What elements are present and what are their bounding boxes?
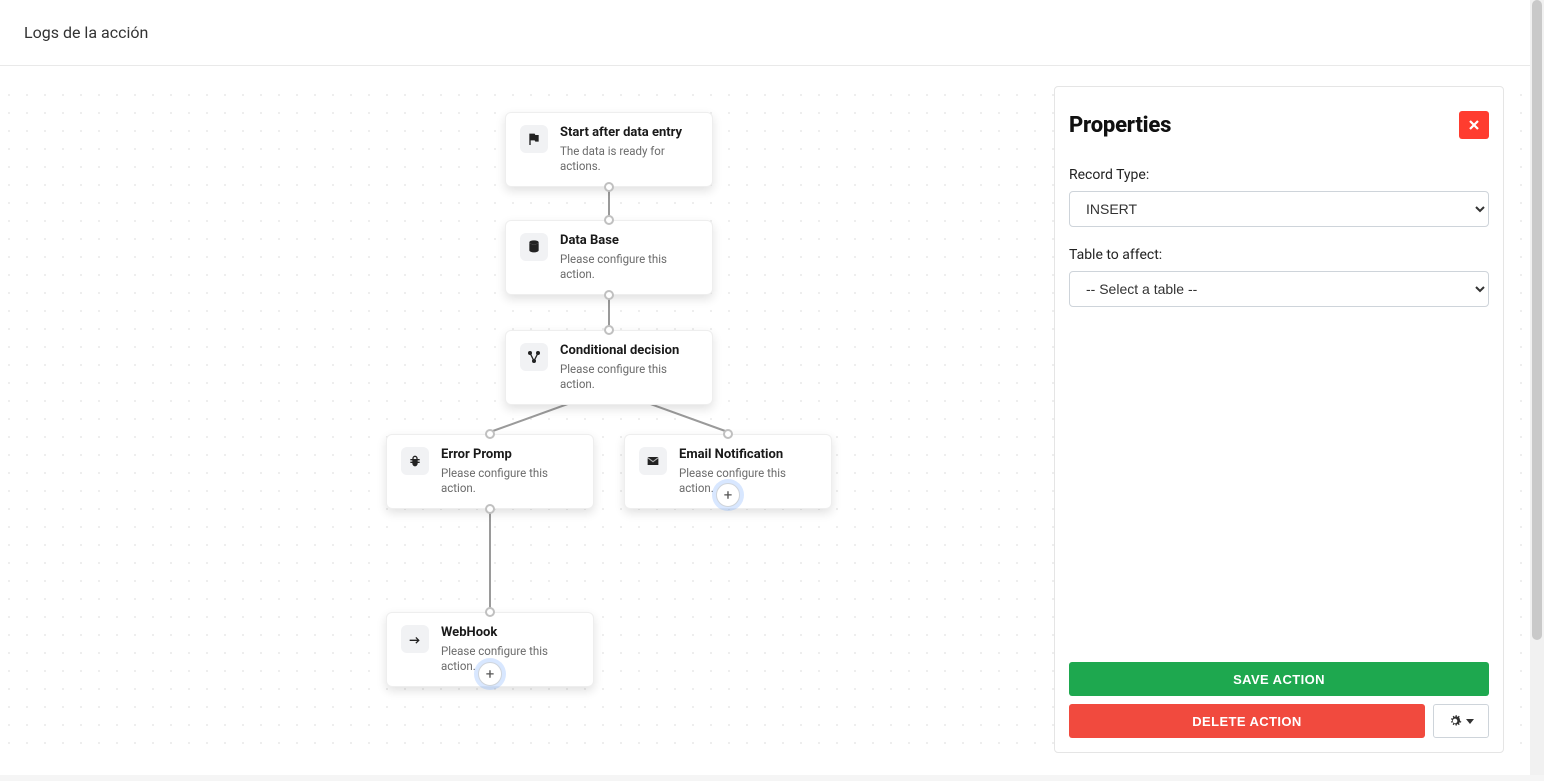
chevron-down-icon [1466,719,1474,724]
tab-logs[interactable]: Logs de la acción [24,23,148,42]
port-in[interactable] [723,429,733,439]
node-subtitle: Please configure this action. [560,252,698,282]
node-error[interactable]: Error Promp Please configure this action… [386,434,594,509]
port-out[interactable] [604,182,614,192]
node-start[interactable]: Start after data entry The data is ready… [505,112,713,187]
gear-icon [1448,714,1462,728]
bug-icon [401,447,429,475]
node-title: Data Base [560,233,698,250]
close-icon [1468,119,1480,131]
tab-bar: Logs de la acción [0,0,1544,66]
add-node-button[interactable]: + [478,662,502,686]
branch-icon [520,343,548,371]
mail-icon [639,447,667,475]
node-title: Conditional decision [560,343,698,360]
settings-dropdown-button[interactable] [1433,704,1489,738]
port-out[interactable] [485,504,495,514]
footer-band [0,775,1544,781]
node-database[interactable]: Data Base Please configure this action. [505,220,713,295]
node-title: Email Notification [679,447,817,464]
close-button[interactable] [1459,111,1489,139]
record-type-select[interactable]: INSERT [1069,191,1489,227]
plus-icon: + [724,486,733,504]
port-in[interactable] [604,325,614,335]
record-type-label: Record Type: [1069,167,1489,183]
port-in[interactable] [485,429,495,439]
flag-icon [520,125,548,153]
node-title: Error Promp [441,447,579,464]
table-label: Table to affect: [1069,247,1489,263]
node-subtitle: Please configure this action. [441,466,579,496]
panel-title: Properties [1069,113,1171,138]
node-subtitle: Please configure this action. [560,362,698,392]
vertical-scrollbar[interactable] [1530,0,1544,781]
share-icon [401,625,429,653]
database-icon [520,233,548,261]
port-in[interactable] [604,215,614,225]
node-title: WebHook [441,625,579,642]
save-action-button[interactable]: SAVE ACTION [1069,662,1489,696]
port-out[interactable] [604,290,614,300]
node-subtitle: Please configure this action. [441,644,579,674]
properties-panel: Properties Record Type: INSERT Table to … [1054,86,1504,753]
node-condition[interactable]: Conditional decision Please configure th… [505,330,713,405]
node-title: Start after data entry [560,125,698,142]
add-node-button[interactable]: + [716,483,740,507]
node-subtitle: Please configure this action. [679,466,817,496]
table-select[interactable]: -- Select a table -- [1069,271,1489,307]
port-in[interactable] [485,607,495,617]
node-subtitle: The data is ready for actions. [560,144,698,174]
plus-icon: + [486,665,495,683]
scroll-thumb[interactable] [1532,0,1542,640]
delete-action-button[interactable]: DELETE ACTION [1069,704,1425,738]
